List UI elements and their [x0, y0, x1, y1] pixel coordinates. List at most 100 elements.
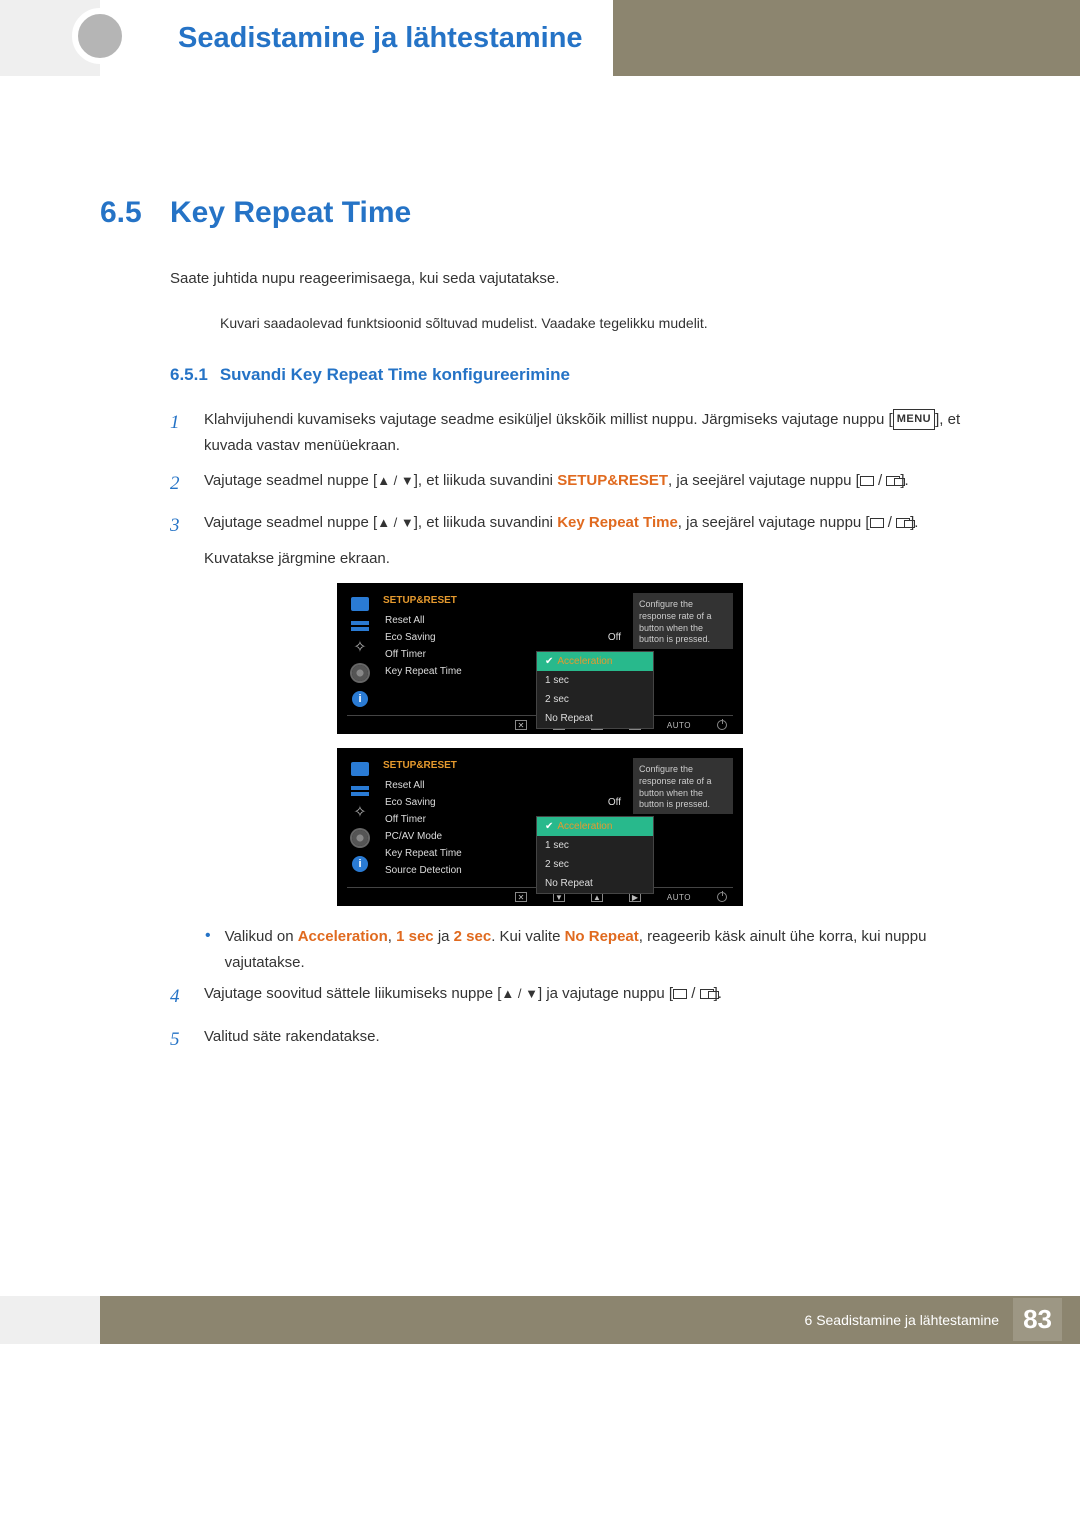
- step-after-text: Kuvatakse järgmine ekraan.: [204, 546, 980, 572]
- step-1: 1 Klahvijuhendi kuvamiseks vajutage sead…: [170, 407, 980, 458]
- osd-screenshot-1: ✧ i SETUP&RESET Reset All Eco SavingOff …: [337, 583, 743, 734]
- enter-icon: [896, 518, 910, 528]
- osd-item: Eco SavingOff: [381, 629, 625, 646]
- option-label: 1 sec: [396, 928, 434, 945]
- step-4: 4 Vajutage soovitud sättele liikumiseks …: [170, 981, 980, 1013]
- footer-right-bar: 6 Seadistamine ja lähtestamine 83: [100, 1296, 1080, 1344]
- power-icon: [717, 720, 727, 730]
- section-intro: Saate juhtida nupu reageerimisaega, kui …: [170, 270, 980, 287]
- osd-sidebar: ✧ i: [347, 593, 373, 707]
- header-circle-icon: [72, 8, 128, 64]
- close-icon: ✕: [515, 720, 527, 730]
- text: ].: [900, 472, 908, 489]
- menu-button-label: MENU: [893, 409, 935, 430]
- enter-icon: [886, 476, 900, 486]
- header-right-bar: [613, 0, 1080, 76]
- enter-icon: [700, 989, 714, 999]
- picture-icon: [351, 597, 369, 611]
- close-icon: ✕: [515, 892, 527, 902]
- subsection-title: Suvandi Key Repeat Time konfigureerimine: [220, 365, 570, 385]
- section-note: Kuvari saadaolevad funktsioonid sõltuvad…: [220, 315, 980, 331]
- osd-description: Configure the response rate of a button …: [633, 758, 733, 814]
- size-icon: ✧: [351, 641, 369, 655]
- footer-left-bar: [0, 1296, 100, 1344]
- list-icon: [351, 786, 369, 796]
- up-down-arrows-icon: ▲ / ▼: [377, 473, 414, 488]
- option-label: 2 sec: [454, 928, 492, 945]
- text: , ja seejärel vajutage nuppu [: [678, 514, 870, 531]
- header-title-wrap: Seadistamine ja lähtestamine: [100, 0, 613, 76]
- header-left-bar: [0, 0, 100, 76]
- step-5: 5 Valitud säte rakendatakse.: [170, 1024, 980, 1056]
- up-down-arrows-icon: ▲ / ▼: [501, 986, 538, 1001]
- text: ], et liikuda suvandini: [414, 514, 557, 531]
- source-icon: [673, 989, 687, 999]
- subsection-number: 6.5.1: [170, 365, 208, 385]
- power-icon: [717, 892, 727, 902]
- page-number: 83: [1013, 1298, 1062, 1341]
- text: ,: [388, 928, 396, 945]
- text: ].: [910, 514, 918, 531]
- bullet-body: Valikud on Acceleration, 1 sec ja 2 sec.…: [225, 924, 980, 975]
- list-icon: [351, 621, 369, 631]
- text: . Kui valite: [491, 928, 564, 945]
- osd-title: SETUP&RESET: [381, 758, 625, 777]
- text: Klahvijuhendi kuvamiseks vajutage seadme…: [204, 411, 893, 428]
- gear-icon: [352, 830, 368, 846]
- osd-dropdown-option: No Repeat: [537, 709, 653, 728]
- text: ] ja vajutage nuppu [: [538, 985, 673, 1002]
- osd-dropdown: Acceleration 1 sec 2 sec No Repeat: [536, 816, 654, 894]
- text: ], et liikuda suvandini: [414, 472, 557, 489]
- osd-dropdown-option: 2 sec: [537, 690, 653, 709]
- footer-chapter-num: 6: [805, 1312, 813, 1328]
- option-bullet: • Valikud on Acceleration, 1 sec ja 2 se…: [205, 924, 980, 975]
- option-label: No Repeat: [565, 928, 639, 945]
- step-number: 3: [170, 510, 186, 571]
- text: ja: [434, 928, 454, 945]
- osd-sidebar: ✧ i: [347, 758, 373, 879]
- footer-chapter-title: Seadistamine ja lähtestamine: [816, 1312, 999, 1328]
- step-body: Vajutage seadmel nuppe [▲ / ▼], et liiku…: [204, 468, 980, 500]
- text: ].: [714, 985, 722, 1002]
- osd-dropdown-selected: Acceleration: [537, 652, 653, 671]
- osd-dropdown: Acceleration 1 sec 2 sec No Repeat: [536, 651, 654, 729]
- text: Valikud on: [225, 928, 298, 945]
- osd-description: Configure the response rate of a button …: [633, 593, 733, 649]
- osd-dropdown-option: 2 sec: [537, 855, 653, 874]
- section-heading: 6.5 Key Repeat Time: [100, 196, 980, 230]
- option-label: Acceleration: [298, 928, 388, 945]
- source-icon: [870, 518, 884, 528]
- step-number: 2: [170, 468, 186, 500]
- source-icon: [860, 476, 874, 486]
- size-icon: ✧: [351, 806, 369, 820]
- osd-item: Eco SavingOff: [381, 794, 625, 811]
- step-body: Vajutage soovitud sättele liikumiseks nu…: [204, 981, 980, 1013]
- chapter-title: Seadistamine ja lähtestamine: [130, 22, 583, 55]
- page-header: Seadistamine ja lähtestamine: [0, 0, 1080, 76]
- step-number: 5: [170, 1024, 186, 1056]
- step-3: 3 Vajutage seadmel nuppe [▲ / ▼], et lii…: [170, 510, 980, 571]
- text: , ja seejärel vajutage nuppu [: [668, 472, 860, 489]
- osd-item: Reset All: [381, 777, 625, 794]
- text: Vajutage soovitud sättele liikumiseks nu…: [204, 985, 501, 1002]
- step-body: Valitud säte rakendatakse.: [204, 1024, 980, 1056]
- up-down-arrows-icon: ▲ / ▼: [377, 515, 414, 530]
- target-label: Key Repeat Time: [557, 514, 678, 531]
- osd-dropdown-option: 1 sec: [537, 671, 653, 690]
- info-icon: i: [352, 691, 368, 707]
- step-body: Vajutage seadmel nuppe [▲ / ▼], et liiku…: [204, 510, 980, 571]
- page-content: 6.5 Key Repeat Time Saate juhtida nupu r…: [0, 196, 1080, 1056]
- step-2: 2 Vajutage seadmel nuppe [▲ / ▼], et lii…: [170, 468, 980, 500]
- footer-chapter-ref: 6 Seadistamine ja lähtestamine: [805, 1312, 1000, 1328]
- bullet-icon: •: [205, 924, 211, 975]
- section-title: Key Repeat Time: [170, 196, 411, 230]
- step-number: 4: [170, 981, 186, 1013]
- section-number: 6.5: [100, 196, 170, 230]
- step-number: 1: [170, 407, 186, 458]
- auto-label: AUTO: [667, 893, 691, 902]
- osd-dropdown-option: No Repeat: [537, 874, 653, 893]
- picture-icon: [351, 762, 369, 776]
- subsection-heading: 6.5.1 Suvandi Key Repeat Time konfiguree…: [170, 365, 980, 385]
- osd-screenshot-2: ✧ i SETUP&RESET Reset All Eco SavingOff …: [337, 748, 743, 906]
- osd-dropdown-option: 1 sec: [537, 836, 653, 855]
